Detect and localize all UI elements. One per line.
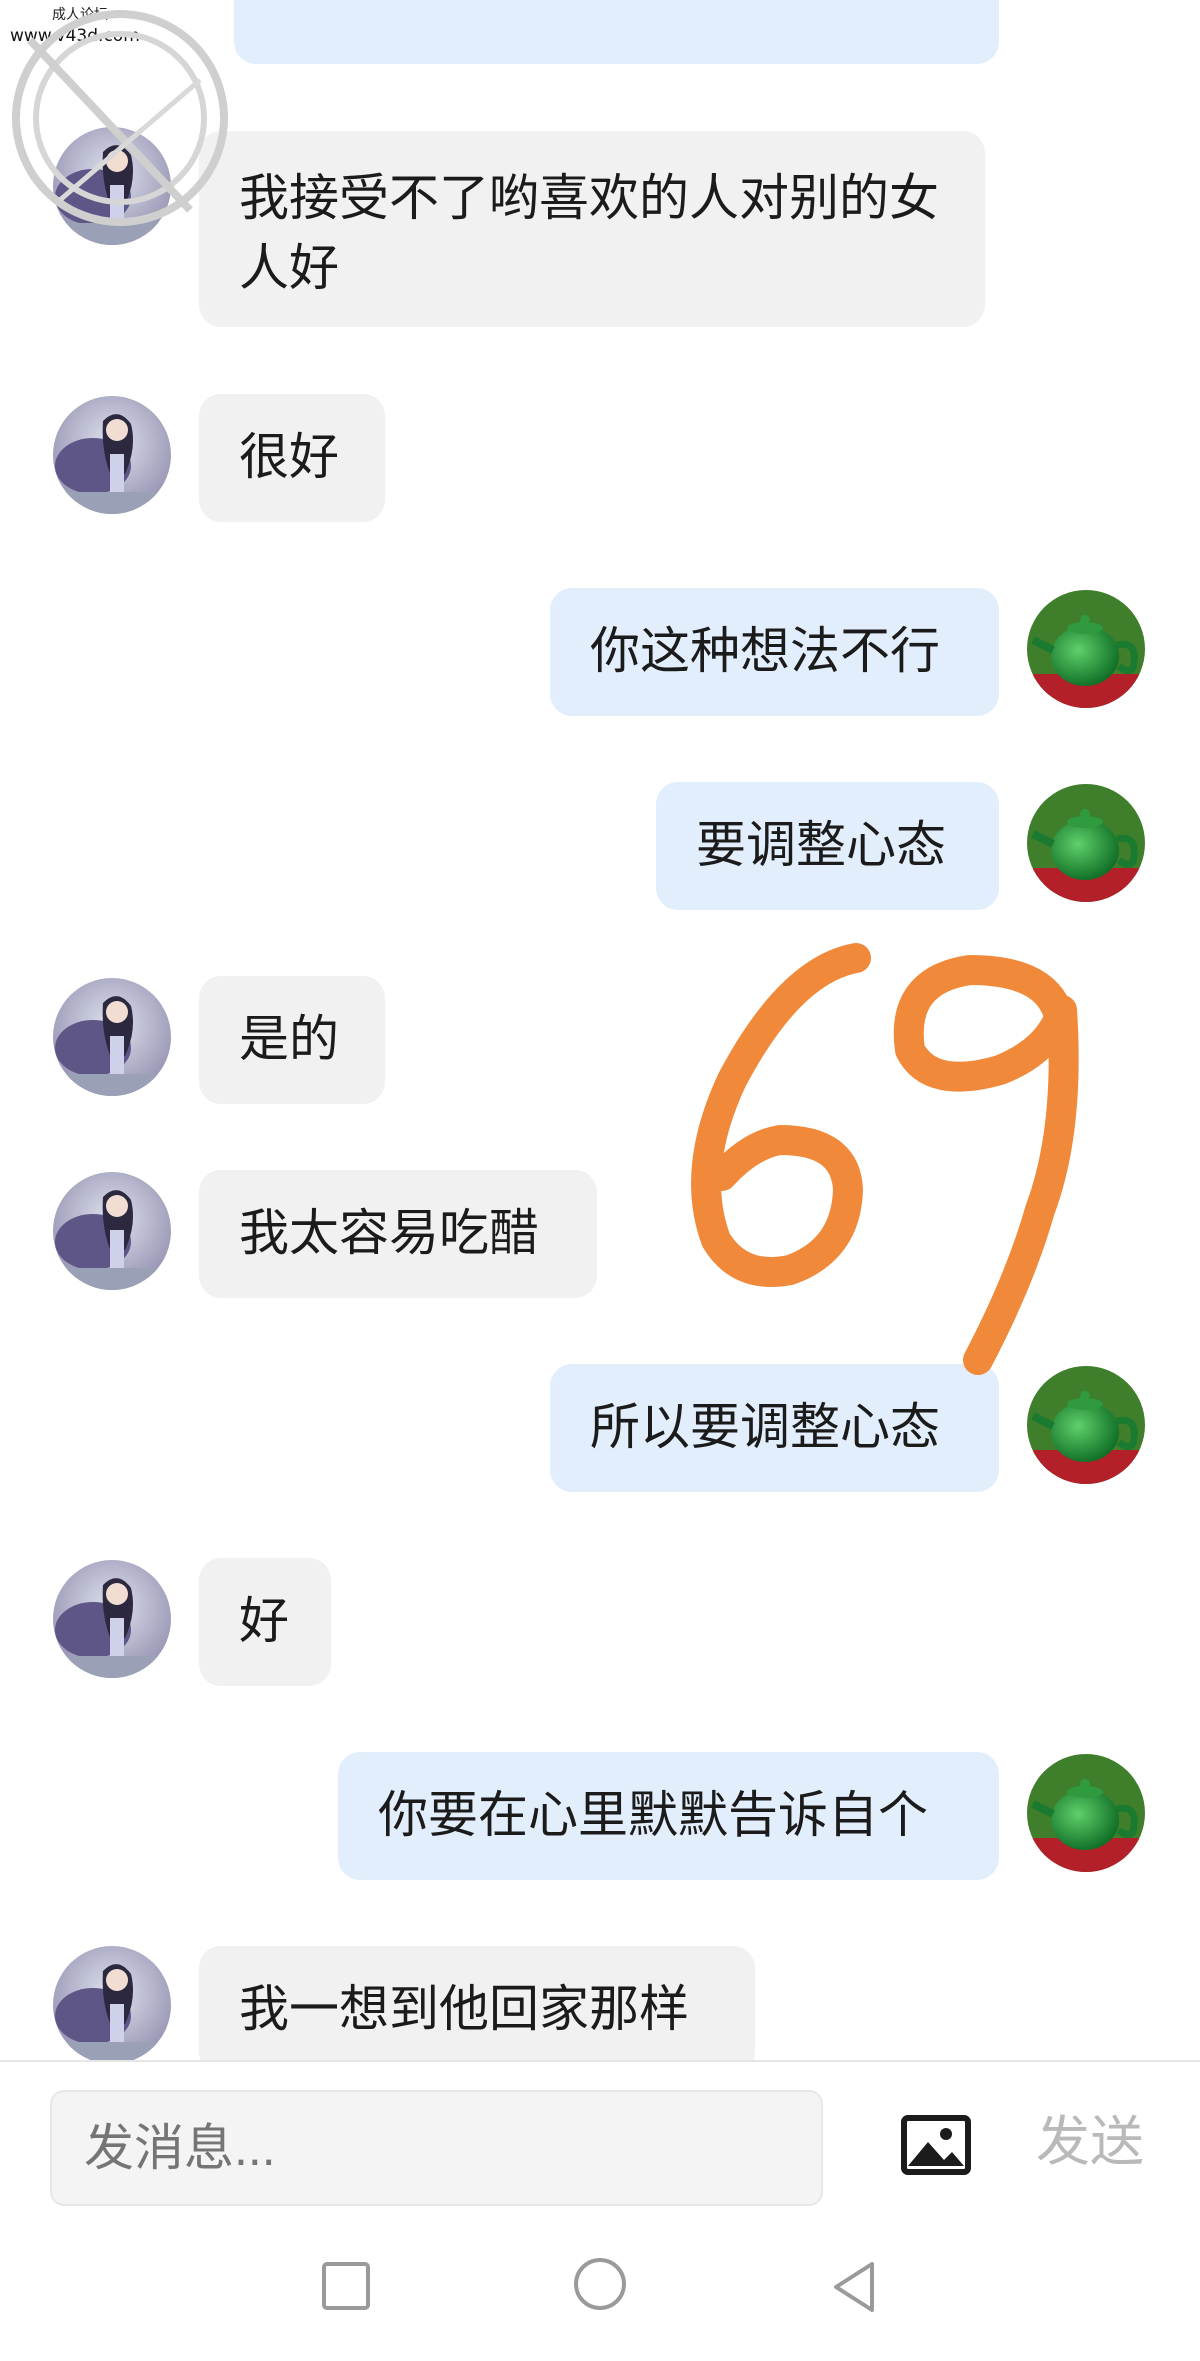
handwritten-69-annotation bbox=[691, 943, 1079, 1375]
message-text: 是的 bbox=[239, 1010, 339, 1068]
watermark: 成人论坛 www.v43d.com bbox=[0, 0, 240, 240]
message-bubble-received[interactable]: 我太容易吃醋 bbox=[199, 1170, 597, 1298]
message-text: 我太容易吃醋 bbox=[239, 1204, 539, 1262]
message-bubble-received[interactable]: 我接受不了哟喜欢的人对别的女人好 bbox=[199, 131, 985, 327]
message-input[interactable] bbox=[50, 2090, 823, 2206]
chat-area[interactable]: 我接受不了哟喜欢的人对别的女人好 很好 你这种想法不行 要调整心态 是的 我太容… bbox=[0, 0, 1200, 2060]
contact-avatar[interactable] bbox=[53, 1560, 171, 1678]
message-text: 好 bbox=[239, 1592, 289, 1650]
my-avatar[interactable] bbox=[1027, 1754, 1145, 1872]
message-bubble-sent[interactable]: 你这种想法不行 bbox=[550, 588, 999, 716]
message-text: 我接受不了哟喜欢的人对别的女人好 bbox=[239, 169, 939, 297]
watermark-stamp bbox=[12, 10, 228, 226]
message-text: 我一想到他回家那样 bbox=[239, 1980, 689, 2038]
message-text: 很好 bbox=[239, 428, 339, 486]
system-nav-bar bbox=[0, 2210, 1200, 2361]
message-bubble-received[interactable]: 很好 bbox=[199, 394, 385, 522]
message-text: 要调整心态 bbox=[696, 816, 946, 874]
message-text: 所以要调整心态 bbox=[590, 1398, 940, 1456]
message-input-bar: 发送 bbox=[0, 2060, 1200, 2212]
contact-avatar[interactable] bbox=[53, 1946, 171, 2060]
contact-avatar[interactable] bbox=[53, 396, 171, 514]
contact-avatar[interactable] bbox=[53, 978, 171, 1096]
contact-avatar[interactable] bbox=[53, 1172, 171, 1290]
nav-recent-icon[interactable] bbox=[320, 2260, 372, 2312]
message-bubble-sent[interactable]: 你要在心里默默告诉自个 bbox=[338, 1752, 999, 1880]
message-bubble-received[interactable]: 好 bbox=[199, 1558, 331, 1686]
image-icon[interactable] bbox=[900, 2114, 972, 2176]
message-bubble-sent[interactable]: 要调整心态 bbox=[656, 782, 999, 910]
nav-home-icon[interactable] bbox=[572, 2256, 628, 2312]
message-text: 你这种想法不行 bbox=[590, 622, 940, 680]
nav-back-icon[interactable] bbox=[828, 2260, 880, 2314]
send-button[interactable]: 发送 bbox=[1036, 2102, 1144, 2182]
message-text: 你要在心里默默告诉自个 bbox=[378, 1786, 928, 1844]
message-bubble-partial bbox=[234, 0, 999, 64]
message-bubble-received[interactable]: 我一想到他回家那样 bbox=[199, 1946, 755, 2060]
message-bubble-received[interactable]: 是的 bbox=[199, 976, 385, 1104]
my-avatar[interactable] bbox=[1027, 784, 1145, 902]
my-avatar[interactable] bbox=[1027, 590, 1145, 708]
